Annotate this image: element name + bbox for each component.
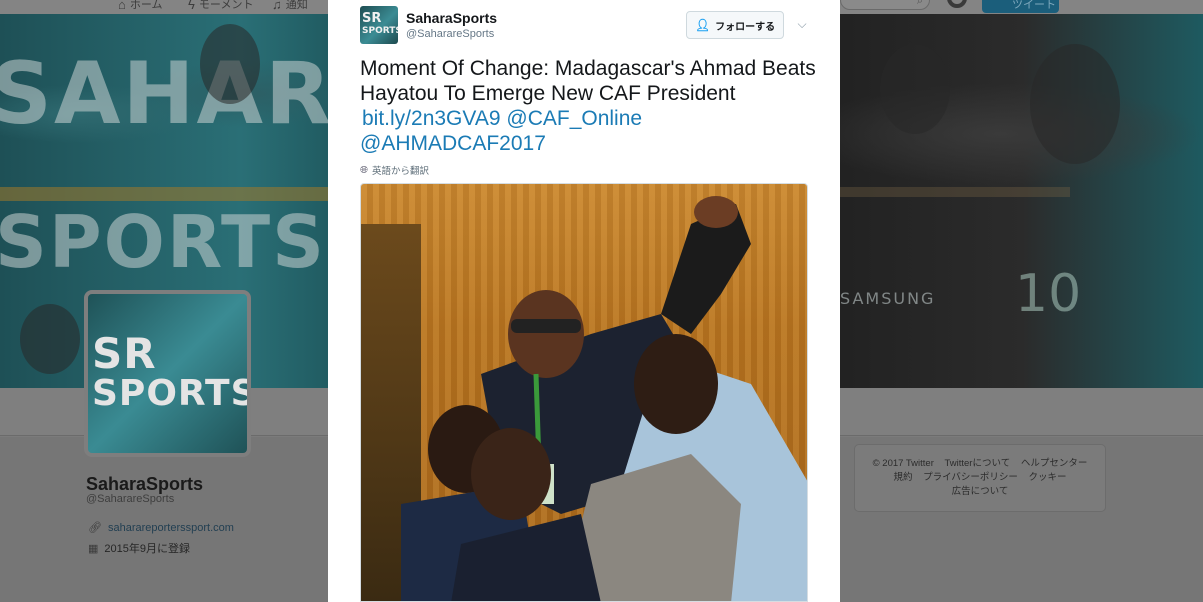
home-icon: ⌂ <box>118 0 126 12</box>
footer-link-help[interactable]: ヘルプセンター <box>1021 458 1088 469</box>
tweet-avatar-text-bottom: SPORTS <box>362 26 398 36</box>
tweet-text: Moment Of Change: Madagascar's Ahmad Bea… <box>360 57 816 105</box>
link-icon: 🔗︎ <box>88 522 102 534</box>
banner-jersey-number: 10 <box>1015 264 1082 324</box>
search-input[interactable]: ⌕ <box>840 0 930 10</box>
nav-moments[interactable]: ϟ モーメント <box>188 0 253 12</box>
tweet-author-name[interactable]: SaharaSports <box>406 10 497 26</box>
tweet-link-mention-caf[interactable]: @CAF_Online <box>506 106 642 131</box>
tweet-modal: SR SPORTS SaharaSports @SaharareSports 👤… <box>328 0 840 602</box>
translate-tweet-link[interactable]: 🌐︎ 英語から翻訳 <box>360 163 430 178</box>
avatar-menu-icon[interactable] <box>944 0 970 12</box>
profile-avatar[interactable]: SR SPORTS <box>84 290 251 457</box>
banner-player-figure <box>1030 44 1120 164</box>
profile-avatar-text-top: SR <box>92 329 157 378</box>
banner-word-sahara: SAHAR <box>0 44 334 144</box>
nav-notifications[interactable]: ♫ 通知 <box>272 0 308 12</box>
profile-url-row: 🔗︎ saharareporterssport.com <box>88 521 234 535</box>
tweet-button[interactable]: ツイート <box>982 0 1059 13</box>
profile-handle[interactable]: @SaharareSports <box>86 493 174 505</box>
tweet-link-mention-ahmad[interactable]: @AHMADCAF2017 <box>360 131 546 156</box>
footer-links-card: © 2017 Twitter Twitterについて ヘルプセンター 規約 プラ… <box>854 444 1106 512</box>
footer-link-privacy[interactable]: プライバシーポリシー <box>923 472 1018 483</box>
tweet-author-handle[interactable]: @SaharareSports <box>406 28 494 40</box>
banner-player-figure <box>880 44 950 134</box>
profile-url-link[interactable]: saharareporterssport.com <box>108 522 234 534</box>
bell-icon: ♫ <box>272 0 282 12</box>
follow-button-label: フォローする <box>715 21 776 33</box>
banner-jersey-sponsor: SAMSUNG <box>840 289 936 308</box>
search-icon: ⌕ <box>916 0 923 7</box>
footer-link-terms[interactable]: 規約 <box>893 472 912 483</box>
banner-stripe <box>0 187 330 201</box>
tweet-more-menu[interactable]: ⌵ <box>792 14 812 34</box>
photo-celebration-figures <box>401 196 807 601</box>
nav-moments-label: モーメント <box>198 0 254 11</box>
profile-joined-text: 2015年9月に登録 <box>104 543 190 555</box>
footer-link-about[interactable]: Twitterについて <box>945 458 1011 469</box>
tweet-photo[interactable] <box>360 183 808 602</box>
banner-player-figure <box>20 304 80 374</box>
chevron-down-icon: ⌵ <box>797 16 807 31</box>
profile-avatar-text-bottom: SPORTS <box>92 373 251 414</box>
tweet-link-url[interactable]: bit.ly/2n3GVA9 <box>362 106 501 131</box>
lightning-icon: ϟ <box>188 0 195 12</box>
calendar-icon: ▦ <box>88 542 99 555</box>
nav-home[interactable]: ⌂ ホーム <box>118 0 163 12</box>
profile-joined-row: ▦ 2015年9月に登録 <box>88 540 190 556</box>
follow-button[interactable]: 👤︎ フォローする <box>686 11 784 39</box>
footer-copyright: © 2017 Twitter <box>872 458 934 469</box>
banner-player-figure <box>200 24 260 104</box>
translate-label: 英語から翻訳 <box>372 166 430 177</box>
globe-icon: 🌐︎ <box>360 164 368 176</box>
tweet-links: bit.ly/2n3GVA9 @CAF_Online @AHMADCAF2017 <box>360 106 820 156</box>
banner-stripe <box>840 187 1070 197</box>
tweet-avatar-text-top: SR <box>362 11 382 26</box>
nav-notifications-label: 通知 <box>285 0 308 11</box>
tweet-author-avatar[interactable]: SR SPORTS <box>360 6 398 44</box>
add-user-icon: 👤︎ <box>694 18 711 32</box>
profile-avatar-logo: SR SPORTS <box>88 329 251 414</box>
footer-link-ads[interactable]: 広告について <box>952 486 1009 497</box>
banner-word-sports: SPORTS <box>0 200 327 284</box>
footer-link-cookies[interactable]: クッキー <box>1029 472 1067 483</box>
tweet-avatar-logo: SR SPORTS <box>362 12 398 37</box>
profile-name[interactable]: SaharaSports <box>86 474 203 495</box>
nav-home-label: ホーム <box>129 0 163 11</box>
